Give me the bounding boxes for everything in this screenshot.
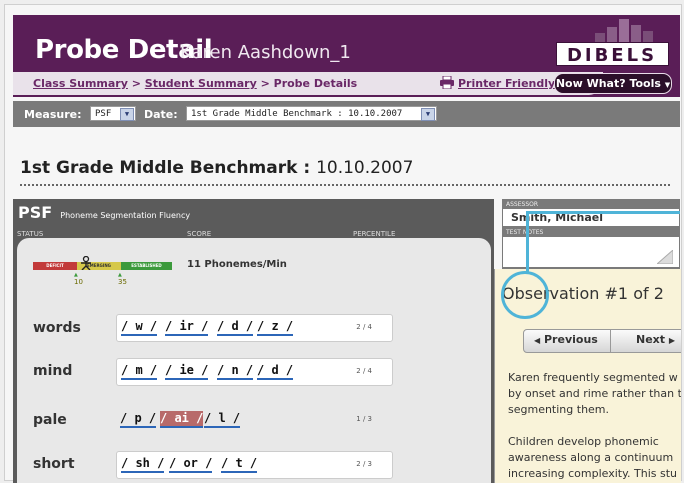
chevron-down-icon: ▼ [421, 108, 435, 121]
score-value: 11 Phonemes/Min [187, 259, 287, 270]
breadcrumb-probe-details: Probe Details [273, 77, 358, 90]
observation-text-line: Children develop phonemic [508, 435, 659, 448]
word-row: / w / / ir / / d / / z / 2 / 4 [116, 314, 393, 342]
chevron-down-icon: ▼ [664, 81, 671, 89]
callout-circle [501, 271, 549, 319]
phoneme-segment[interactable]: / n / [217, 363, 254, 380]
date-select[interactable]: 1st Grade Middle Benchmark : 10.10.2007 … [186, 106, 437, 121]
student-name: Karen Aashdown_1 [180, 42, 351, 63]
observation-text-line: awareness along a continuum [508, 451, 674, 464]
percentile-column-header: PERCENTILE [353, 230, 396, 238]
dibels-logo: DIBELS [556, 42, 669, 66]
phoneme-segment[interactable]: / ir / [165, 319, 209, 336]
phoneme-segment[interactable]: / m / [121, 363, 158, 380]
observation-text-line: segmenting them. [508, 403, 610, 416]
nav-divider [610, 330, 611, 352]
test-notes-label: TEST NOTES [506, 229, 544, 236]
date-value: 1st Grade Middle Benchmark : 10.10.2007 [191, 109, 403, 119]
phoneme-segment[interactable]: / sh / [121, 456, 165, 473]
notes-corner-icon [657, 250, 673, 264]
tools-button-label: Now What? Tools [555, 77, 661, 90]
word-row: / sh / / or / / t / 2 / 3 [116, 451, 393, 479]
benchmark-date: 10.10.2007 [316, 158, 414, 178]
observation-nav: ◀ Previous Next ▶ [523, 329, 681, 353]
measure-select[interactable]: PSF ▼ [90, 106, 136, 121]
phoneme-segment[interactable]: / d / [217, 319, 254, 336]
phoneme-segment-error[interactable]: / ai / [160, 411, 204, 428]
phoneme-segment[interactable]: / w / [121, 319, 158, 336]
observation-text-line: Karen frequently segmented w [508, 371, 678, 384]
word-label: pale [33, 412, 67, 428]
chevron-down-icon: ▼ [120, 108, 134, 121]
phoneme-segment[interactable]: / t / [221, 456, 258, 473]
status-column-header: STATUS [17, 230, 44, 238]
psf-full-name: Phoneme Segmentation Fluency [60, 211, 191, 220]
page: Probe Detail Karen Aashdown_1 DIBELS Cla… [0, 0, 684, 483]
word-label: mind [33, 363, 73, 379]
chevron-left-icon: ◀ [534, 336, 541, 345]
test-notes-box[interactable] [503, 237, 679, 267]
meter-established: ESTABLISHED [121, 262, 172, 270]
student-marker-icon [81, 256, 91, 270]
meter-deficit: DEFICIT [33, 262, 77, 270]
benchmark-name: 1st Grade Middle Benchmark : [20, 158, 311, 178]
previous-button[interactable]: ◀ Previous [534, 333, 598, 346]
phoneme-segment[interactable]: / l / [204, 411, 241, 428]
psf-abbreviation: PSF [18, 203, 53, 222]
logo-bars-graphic [595, 19, 653, 44]
chevron-right-icon: ▶ [668, 336, 676, 345]
observation-text-line: by onset and rime rather than t [508, 387, 681, 400]
date-label: Date: [144, 108, 178, 121]
phoneme-segment[interactable]: / or / [169, 456, 213, 473]
segment-fraction: 1 / 3 [356, 415, 372, 423]
callout-line-horizontal [526, 211, 680, 214]
segment-fraction: 2 / 4 [356, 367, 372, 375]
benchmark-heading: 1st Grade Middle Benchmark : 10.10.2007 [20, 158, 413, 178]
phoneme-segment[interactable]: / d / [257, 363, 294, 380]
phoneme-segment[interactable]: / ie / [165, 363, 209, 380]
printer-friendly-link[interactable]: Printer Friendly [458, 77, 555, 90]
phoneme-segment[interactable]: / z / [257, 319, 294, 336]
score-column-header: SCORE [187, 230, 212, 238]
word-row: / p / / ai / / l / 1 / 3 [117, 407, 392, 433]
word-label: short [33, 456, 75, 472]
breadcrumb-class-summary[interactable]: Class Summary [33, 77, 128, 90]
phoneme-segment[interactable]: / p / [120, 411, 157, 428]
filter-bar: Measure: PSF ▼ Date: 1st Grade Middle Be… [13, 101, 680, 127]
measure-value: PSF [95, 109, 112, 119]
segment-fraction: 2 / 3 [356, 460, 372, 468]
measure-label: Measure: [24, 108, 82, 121]
meter-tick-high: ▲ 35 [118, 272, 127, 286]
word-label: words [33, 320, 81, 336]
observation-text-line: increasing complexity. This stu [508, 467, 678, 480]
meter-tick-low: ▲ 10 [74, 272, 83, 286]
dibels-logo-text: DIBELS [567, 45, 657, 66]
next-button[interactable]: Next ▶ [636, 333, 675, 346]
word-row: / m / / ie / / n / / d / 2 / 4 [116, 358, 393, 386]
segment-fraction: 2 / 4 [356, 323, 372, 331]
breadcrumb: Class Summary > Student Summary > Probe … [13, 72, 603, 95]
breadcrumb-student-summary[interactable]: Student Summary [145, 77, 257, 90]
assessor-label: ASSESSOR [506, 201, 539, 208]
printer-icon[interactable] [440, 76, 454, 89]
callout-line-vertical [526, 211, 529, 272]
dotted-divider [20, 184, 670, 186]
now-what-tools-button[interactable]: Now What? Tools ▼ [554, 73, 672, 94]
